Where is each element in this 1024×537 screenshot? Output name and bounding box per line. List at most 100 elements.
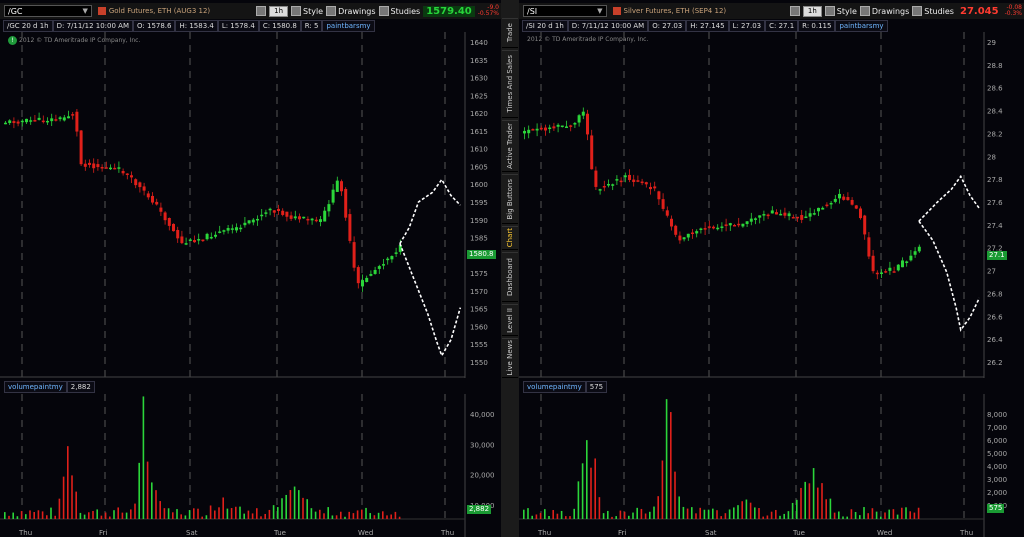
- volume-bar: [678, 496, 680, 519]
- candle-body: [264, 212, 268, 214]
- volume-bar: [749, 502, 752, 519]
- volume-bar: [340, 511, 342, 519]
- studies-label: Studies: [924, 6, 954, 16]
- link-icon[interactable]: [256, 6, 267, 16]
- tab-level-ii[interactable]: Level II: [502, 304, 518, 336]
- volume-bar: [310, 508, 313, 519]
- style-button[interactable]: Style: [824, 6, 857, 16]
- volume-chart[interactable]: 40,00030,00020,00010,000ThuFriSatTueWedT…: [0, 394, 501, 537]
- candle-body: [348, 214, 352, 241]
- candle-body: [352, 242, 356, 268]
- volume-bar: [640, 508, 643, 519]
- volume-chart[interactable]: 8,0007,0006,0005,0004,0003,0002,0001,000…: [519, 394, 1024, 537]
- last-price: 1579.40: [423, 5, 475, 17]
- studies-button[interactable]: Studies: [912, 6, 954, 16]
- tab-times-and-sales[interactable]: Times And Sales: [502, 50, 518, 118]
- tab-chart[interactable]: Chart: [502, 226, 518, 250]
- candle-body: [20, 120, 24, 123]
- candle-body: [812, 213, 816, 215]
- candle-body: [623, 175, 627, 178]
- volume-bar: [365, 507, 367, 519]
- volume-bar: [670, 412, 672, 519]
- candle-body: [766, 214, 770, 217]
- studies-button[interactable]: Studies: [378, 6, 421, 16]
- volume-bar: [577, 481, 580, 519]
- volume-bar: [25, 514, 27, 519]
- tab-big-buttons[interactable]: Big Buttons: [502, 174, 518, 224]
- volume-bar: [184, 515, 187, 519]
- studies-label: Studies: [390, 6, 421, 16]
- pencil-icon: [326, 6, 337, 16]
- volume-bar: [209, 505, 212, 519]
- volume-bar: [226, 508, 229, 519]
- side-tab-bar: Trade Times And Sales Active Trader Big …: [501, 0, 519, 537]
- tab-label: Level II: [506, 307, 514, 333]
- price-chart[interactable]: 2928.828.628.428.22827.827.627.427.22726…: [519, 32, 1024, 378]
- price-chart[interactable]: 1640 1635 1630 1625 1620 1615 1610 1605 1600 1595…: [0, 32, 501, 378]
- volume-study-name[interactable]: volumepaintmy: [523, 381, 586, 393]
- candle-body: [560, 125, 564, 128]
- study-label[interactable]: paintbarsmy: [835, 20, 888, 32]
- tab-trade[interactable]: Trade: [502, 18, 518, 48]
- tab-label: Active Trader: [506, 123, 514, 169]
- volume-bar: [188, 510, 191, 519]
- volume-study-name[interactable]: volumepaintmy: [4, 381, 67, 393]
- candle-body: [838, 193, 841, 199]
- volume-bar: [581, 463, 584, 519]
- volume-bar: [619, 510, 622, 519]
- volume-bar: [20, 511, 23, 519]
- volume-bar: [151, 482, 153, 519]
- candle-body: [193, 240, 196, 243]
- candle-body: [544, 127, 547, 131]
- link-icon[interactable]: [789, 6, 800, 16]
- volume-bar: [716, 510, 718, 519]
- candle-body: [184, 243, 188, 245]
- volume-bar: [754, 507, 756, 519]
- volume-bar: [787, 511, 790, 519]
- candle-body: [117, 167, 121, 169]
- candle-body: [636, 180, 640, 182]
- candle-body: [323, 210, 327, 222]
- volume-bar: [867, 513, 869, 519]
- volume-bar: [268, 509, 271, 519]
- study-label[interactable]: paintbarsmy: [322, 20, 375, 32]
- volume-bar: [382, 511, 384, 519]
- candle-body: [4, 122, 7, 125]
- candle-body: [695, 231, 699, 234]
- volume-study-label: volumepaintmy 575: [523, 381, 608, 393]
- day-label: Thu: [959, 529, 973, 537]
- symbol-input[interactable]: /GC ▼: [4, 5, 92, 17]
- candle-body: [552, 126, 556, 129]
- volume-bar: [800, 487, 802, 519]
- drawings-button[interactable]: Drawings: [326, 6, 376, 16]
- candle-body: [586, 113, 589, 135]
- symbol-input[interactable]: /SI ▼: [523, 5, 607, 17]
- candle-body: [25, 118, 28, 123]
- volume-bar: [644, 513, 647, 519]
- volume-bar: [37, 510, 40, 519]
- timeframe-button[interactable]: 1h: [269, 5, 288, 17]
- tab-active-trader[interactable]: Active Trader: [502, 120, 518, 172]
- volume-bar: [884, 512, 886, 519]
- style-button[interactable]: Style: [291, 6, 323, 16]
- drawings-button[interactable]: Drawings: [859, 6, 909, 16]
- volume-bar: [167, 508, 170, 519]
- chevron-down-icon[interactable]: ▼: [597, 7, 602, 15]
- tab-dashboard[interactable]: Dashboard: [502, 252, 518, 302]
- tab-live-news[interactable]: Live News: [502, 338, 518, 378]
- candle-body: [386, 258, 390, 261]
- candle-body: [121, 170, 125, 174]
- candle-body: [37, 117, 41, 120]
- candle-body: [884, 271, 888, 273]
- volume-bar: [871, 508, 874, 519]
- volume-bar: [804, 481, 806, 519]
- chevron-down-icon[interactable]: ▼: [82, 7, 87, 15]
- volume-bar: [825, 499, 827, 519]
- volume-bar: [104, 512, 107, 519]
- candle-body: [565, 126, 568, 128]
- volume-bar: [636, 507, 638, 519]
- timeframe-button[interactable]: 1h: [802, 5, 822, 17]
- symbol-value: /SI: [527, 6, 538, 16]
- tab-label: Live News: [506, 340, 514, 376]
- volume-bar: [67, 446, 69, 519]
